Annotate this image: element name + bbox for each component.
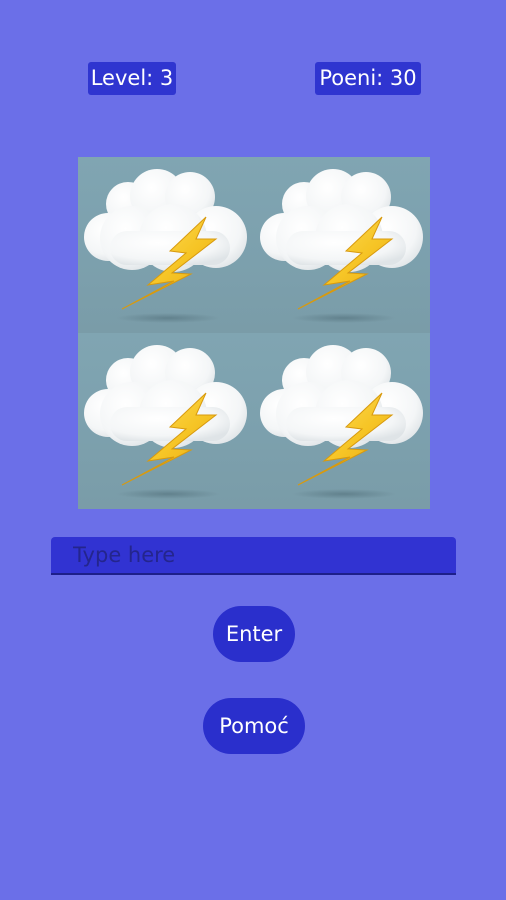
points-badge: Poeni: 30: [315, 62, 421, 95]
level-badge: Level: 3: [88, 62, 176, 95]
thunderstorm-cloud-icon: [259, 168, 424, 324]
thunderstorm-cloud-icon: [83, 344, 248, 500]
answer-input[interactable]: [51, 537, 456, 573]
answer-input-box[interactable]: [51, 537, 456, 575]
puzzle-image-2: [254, 157, 430, 333]
thunderstorm-cloud-icon: [83, 168, 248, 324]
puzzle-image-grid: [78, 157, 430, 509]
puzzle-image-4: [254, 333, 430, 509]
thunderstorm-cloud-icon: [259, 344, 424, 500]
help-button[interactable]: Pomoć: [203, 698, 305, 754]
puzzle-image-3: [78, 333, 254, 509]
enter-button[interactable]: Enter: [213, 606, 295, 662]
puzzle-image-1: [78, 157, 254, 333]
